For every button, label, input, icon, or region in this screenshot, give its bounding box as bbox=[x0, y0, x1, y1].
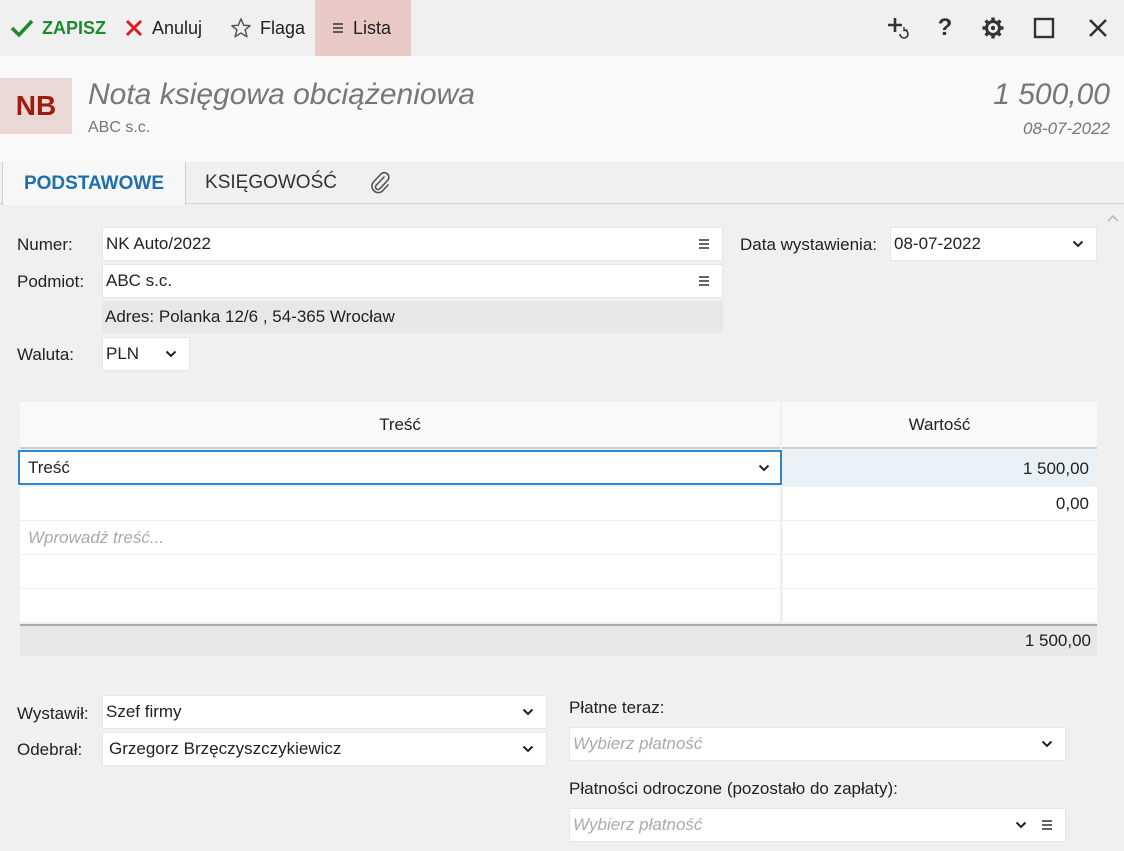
chevron-down-icon[interactable] bbox=[1066, 232, 1090, 256]
odebral-label: Odebrał: bbox=[17, 740, 83, 759]
data-wystawienia-label: Data wystawienia: bbox=[740, 235, 878, 254]
date-field[interactable]: 08-07-2022 bbox=[890, 227, 1097, 261]
address-display: Adres: Polanka 12/6 , 54-365 Wrocław bbox=[102, 301, 723, 333]
doc-date: 08-07-2022 bbox=[1023, 119, 1110, 138]
save-label: ZAPISZ bbox=[42, 17, 107, 38]
document-header: NB Nota księgowa obciążeniowa ABC s.c. 1… bbox=[0, 56, 1124, 162]
table-cell-tresc[interactable] bbox=[20, 555, 780, 588]
table-cell-wartosc[interactable] bbox=[783, 589, 1097, 622]
doc-amount: 1 500,00 bbox=[993, 78, 1110, 111]
tab-bar: PODSTAWOWE KSIĘGOWOŚĆ bbox=[0, 162, 1124, 205]
checkmark-icon bbox=[10, 18, 34, 38]
chevron-down-icon[interactable] bbox=[758, 464, 770, 472]
page-title: Nota księgowa obciążeniowa bbox=[88, 78, 475, 111]
flag-label: Flaga bbox=[260, 17, 306, 38]
tresc-cell-value: Treść bbox=[28, 457, 70, 477]
odebral-value: Grzegorz Brzęczyszczykiewicz bbox=[109, 739, 342, 758]
scroll-up-icon[interactable] bbox=[1106, 208, 1120, 222]
platnosci-odroczone-label: Płatności odroczone (pozostało do zapłat… bbox=[569, 779, 898, 798]
menu-icon bbox=[331, 21, 345, 35]
chevron-down-icon[interactable] bbox=[516, 700, 540, 724]
doc-subtitle: ABC s.c. bbox=[88, 119, 151, 136]
toolbar: ZAPISZ Anuluj Flaga Lista ? bbox=[0, 0, 1124, 56]
chevron-down-icon[interactable] bbox=[1035, 732, 1059, 756]
platne-teraz-placeholder: Wybierz płatność bbox=[573, 734, 703, 753]
odebral-select[interactable]: Grzegorz Brzęczyszczykiewicz bbox=[102, 732, 547, 766]
tab-ksiegowosc[interactable]: KSIĘGOWOŚĆ bbox=[187, 162, 355, 204]
platne-teraz-select[interactable]: Wybierz płatność bbox=[569, 727, 1066, 761]
list-button[interactable]: Lista bbox=[315, 0, 411, 56]
tab-podstawowe[interactable]: PODSTAWOWE bbox=[2, 162, 186, 205]
table-total: 1 500,00 bbox=[782, 624, 1097, 656]
wystawil-select[interactable]: Szef firmy bbox=[102, 695, 547, 729]
wystawil-value: Szef firmy bbox=[106, 702, 182, 721]
column-header-tresc[interactable]: Treść bbox=[20, 402, 780, 449]
numer-label: Numer: bbox=[17, 235, 73, 254]
table-cell-tresc[interactable] bbox=[20, 589, 780, 622]
platnosci-odroczone-placeholder: Wybierz płatność bbox=[573, 815, 703, 834]
chevron-down-icon[interactable] bbox=[1009, 813, 1033, 837]
podmiot-value: ABC s.c. bbox=[106, 271, 173, 290]
table-cell-tresc-new[interactable]: Wprowadź treść... bbox=[20, 521, 780, 554]
platnosci-odroczone-select[interactable]: Wybierz płatność bbox=[569, 808, 1066, 842]
numer-field[interactable]: NK Auto/2022 bbox=[102, 227, 723, 261]
podmiot-field[interactable]: ABC s.c. bbox=[102, 264, 723, 298]
help-icon[interactable]: ? bbox=[931, 14, 959, 42]
waluta-label: Waluta: bbox=[17, 345, 75, 364]
currency-value: PLN bbox=[106, 344, 140, 363]
table-summary-empty bbox=[20, 624, 782, 656]
numer-value: NK Auto/2022 bbox=[106, 234, 211, 253]
tresc-placeholder: Wprowadź treść... bbox=[28, 527, 165, 547]
table-cell-wartosc[interactable] bbox=[783, 555, 1097, 588]
list-menu-icon[interactable] bbox=[692, 232, 716, 256]
close-x-icon bbox=[124, 18, 144, 38]
chevron-down-icon[interactable] bbox=[159, 342, 183, 366]
add-refresh-icon[interactable] bbox=[884, 14, 912, 42]
table-cell-wartosc[interactable] bbox=[783, 521, 1097, 554]
close-icon[interactable] bbox=[1084, 14, 1112, 42]
maximize-icon[interactable] bbox=[1030, 14, 1058, 42]
cancel-button[interactable]: Anuluj bbox=[124, 0, 202, 56]
gear-icon[interactable] bbox=[979, 14, 1007, 42]
table-cell-wartosc[interactable]: 1 500,00 bbox=[783, 452, 1097, 485]
cancel-label: Anuluj bbox=[152, 17, 203, 38]
doc-type-badge: NB bbox=[0, 78, 72, 134]
wystawil-label: Wystawił: bbox=[17, 704, 89, 723]
save-button[interactable]: ZAPISZ bbox=[10, 0, 106, 56]
paperclip-icon[interactable] bbox=[362, 162, 398, 204]
chevron-down-icon[interactable] bbox=[516, 737, 540, 761]
list-label: Lista bbox=[353, 17, 392, 38]
star-icon bbox=[230, 17, 252, 39]
list-menu-icon[interactable] bbox=[692, 269, 716, 293]
table-cell-tresc-active[interactable]: Treść bbox=[18, 450, 782, 485]
platne-teraz-label: Płatne teraz: bbox=[569, 698, 665, 717]
table-cell-tresc[interactable] bbox=[20, 487, 780, 520]
table-cell-wartosc[interactable]: 0,00 bbox=[783, 487, 1097, 520]
list-menu-icon[interactable] bbox=[1035, 813, 1059, 837]
date-value: 08-07-2022 bbox=[894, 234, 981, 253]
flag-button[interactable]: Flaga bbox=[230, 0, 305, 56]
column-header-wartosc[interactable]: Wartość bbox=[782, 402, 1097, 449]
currency-select[interactable]: PLN bbox=[102, 337, 190, 371]
podmiot-label: Podmiot: bbox=[17, 272, 85, 291]
